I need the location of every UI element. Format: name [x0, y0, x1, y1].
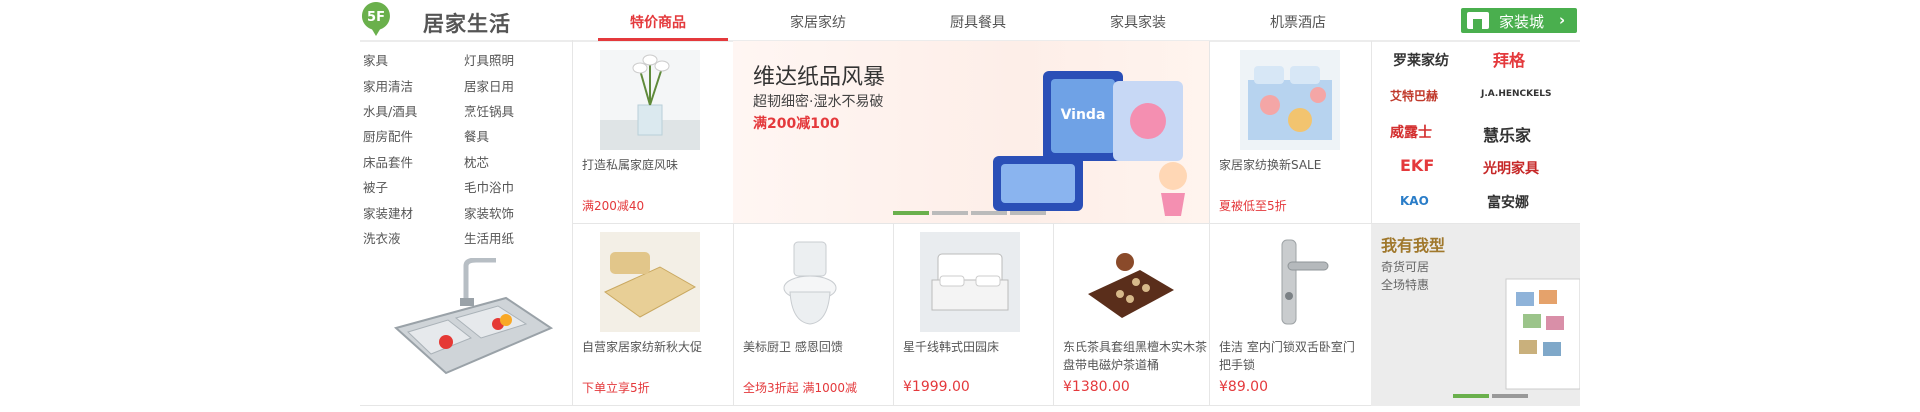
brand-logo[interactable]: 光明家具	[1483, 158, 1539, 178]
carousel-dot[interactable]	[971, 211, 1007, 215]
category-link[interactable]: 家用清洁	[363, 76, 413, 95]
style-promo-panel[interactable]: 我有我型 奇货可居 全场特惠	[1371, 224, 1580, 406]
vinda-logo: Vinda	[1061, 107, 1106, 123]
kitchen-sink-image[interactable]	[386, 258, 556, 398]
tab-home-textiles[interactable]: 家居家纺	[758, 12, 878, 32]
tab-furniture[interactable]: 家具家装	[1078, 12, 1198, 32]
product-promo: 全场3折起 满1000减	[743, 381, 857, 395]
bedding-set-image[interactable]	[1240, 50, 1340, 150]
carousel-dot[interactable]	[1492, 394, 1528, 398]
tab-flights-hotels[interactable]: 机票酒店	[1238, 12, 1358, 32]
flower-vase-image[interactable]	[600, 50, 700, 150]
product-title[interactable]: 家居家纺换新SALE	[1219, 156, 1364, 174]
brand-logo[interactable]: 艾特巴赫	[1390, 87, 1438, 104]
category-link[interactable]: 洗衣液	[363, 228, 401, 247]
banner-deal: 满200减100	[753, 116, 840, 132]
floor-number-badge: 5F	[361, 2, 390, 36]
product-title[interactable]: 自营家居家纺新秋大促	[582, 338, 730, 356]
grid-divider	[1053, 224, 1054, 405]
banner-title: 维达纸品风暴	[753, 65, 886, 90]
product-title[interactable]: 佳洁 室内门锁双舌卧室门把手锁	[1219, 338, 1364, 374]
category-link[interactable]: 家装软饰	[464, 203, 514, 222]
product-price: ¥1999.00	[903, 379, 970, 395]
mall-button-label: 家装城	[1499, 13, 1545, 31]
photo-frame-image	[1505, 278, 1580, 390]
home-living-floor: 5F 居家生活 特价商品 家居家纺 厨具餐具 家具家装 机票酒店 家装城 › 家…	[0, 0, 1920, 412]
category-link[interactable]: 餐具	[464, 126, 489, 145]
summer-mat-image[interactable]	[600, 232, 700, 332]
brand-logo[interactable]: J.A.HENCKELS	[1481, 89, 1551, 99]
brand-logo[interactable]: KAO	[1400, 194, 1429, 208]
tissue-packs-image: Vinda	[993, 71, 1187, 216]
grid-divider	[893, 224, 894, 405]
product-title[interactable]: 打造私属家庭风味	[582, 156, 722, 174]
promo-line: 奇货可居	[1381, 260, 1430, 274]
brand-logo[interactable]: 富安娜	[1487, 192, 1529, 212]
banner-subtitle: 超韧细密·湿水不易破	[753, 94, 884, 110]
category-link[interactable]: 枕芯	[464, 152, 489, 171]
category-link[interactable]: 床品套件	[363, 152, 413, 171]
vinda-promo-banner[interactable]: 维达纸品风暴 超韧细密·湿水不易破 满200减100 Vinda	[733, 41, 1209, 223]
tab-kitchenware[interactable]: 厨具餐具	[918, 12, 1038, 32]
floor-number: 5F	[367, 10, 385, 25]
category-link[interactable]: 家装建材	[363, 203, 413, 222]
door-handle-image[interactable]	[1240, 232, 1340, 332]
brand-logo[interactable]: 拜格	[1493, 47, 1525, 71]
category-link[interactable]: 烹饪锅具	[464, 101, 514, 120]
category-link[interactable]: 毛巾浴巾	[464, 177, 514, 196]
product-title[interactable]: 东氏茶具套组黑檀木实木茶盘带电磁炉茶道桶	[1063, 338, 1213, 374]
toilet-image[interactable]	[760, 232, 860, 332]
tab-special-offers[interactable]: 特价商品	[598, 12, 718, 32]
brand-logo[interactable]: 慧乐家	[1483, 122, 1531, 146]
brand-logo[interactable]: EKF	[1400, 156, 1434, 175]
promo-line: 全场特惠	[1381, 278, 1430, 292]
product-promo: 下单立享5折	[582, 381, 650, 395]
product-title[interactable]: 美标厨卫 感恩回馈	[743, 338, 888, 356]
house-icon	[1467, 12, 1489, 29]
category-link[interactable]: 灯具照明	[464, 50, 514, 69]
product-promo: 夏被低至5折	[1219, 199, 1287, 213]
product-promo: 满200减40	[582, 199, 645, 213]
category-link[interactable]: 生活用纸	[464, 228, 514, 247]
category-link[interactable]: 水具/酒具	[363, 101, 417, 120]
carousel-dot[interactable]	[932, 211, 968, 215]
carousel-dot[interactable]	[893, 211, 929, 215]
category-link[interactable]: 厨房配件	[363, 126, 413, 145]
category-link[interactable]: 被子	[363, 177, 388, 196]
chevron-right-icon: ›	[1559, 11, 1566, 29]
carousel-dot[interactable]	[1010, 211, 1046, 215]
product-title[interactable]: 星千线韩式田园床	[903, 338, 1048, 356]
promo-title: 我有我型	[1381, 236, 1446, 255]
category-link[interactable]: 居家日用	[464, 76, 514, 95]
home-improvement-mall-button[interactable]: 家装城 ›	[1461, 8, 1577, 33]
category-link[interactable]: 家具	[363, 50, 388, 69]
brand-logo[interactable]: 威露士	[1390, 122, 1432, 142]
brand-logo[interactable]: 罗莱家纺	[1393, 50, 1449, 70]
product-price: ¥1380.00	[1063, 379, 1130, 395]
carousel-dot[interactable]	[1453, 394, 1489, 398]
tea-set-image[interactable]	[1080, 232, 1180, 332]
bed-image[interactable]	[920, 232, 1020, 332]
product-price: ¥89.00	[1219, 379, 1268, 395]
floor-title: 居家生活	[423, 12, 511, 36]
